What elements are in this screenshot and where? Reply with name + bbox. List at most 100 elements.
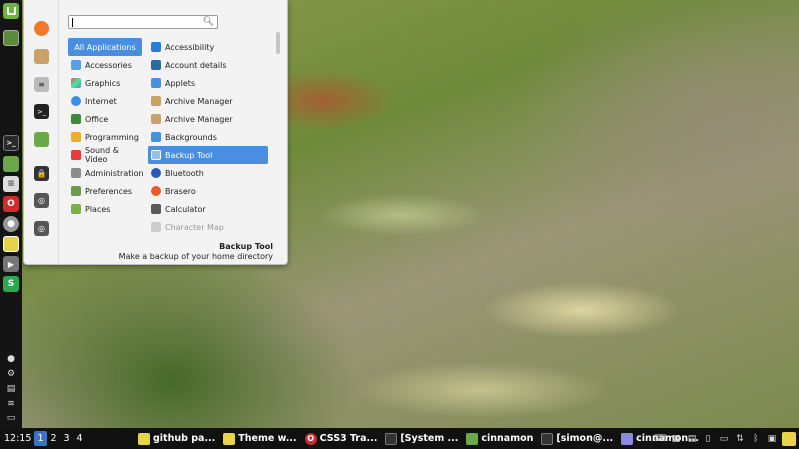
app-brasero[interactable]: Brasero — [148, 182, 268, 200]
app-calculator[interactable]: Calculator — [148, 200, 268, 218]
app-label: Accessibility — [165, 42, 215, 52]
terminal-icon[interactable]: >_ — [34, 104, 49, 119]
files-icon[interactable] — [3, 156, 19, 172]
terminal-icon — [541, 432, 554, 445]
package-icon[interactable] — [34, 49, 49, 64]
category-graphics[interactable]: Graphics — [68, 74, 142, 92]
archive-icon — [151, 114, 161, 124]
app-label: Archive Manager — [165, 114, 233, 124]
text-cursor — [72, 18, 73, 27]
selected-app-description: Make a backup of your home directory — [118, 252, 273, 261]
app-label: Brasero — [165, 186, 196, 196]
app-archive-manager[interactable]: Archive Manager — [148, 110, 268, 128]
calendar-icon[interactable]: ▦ — [668, 434, 684, 444]
system-tray: ⌨ ▦ ▤ ▯ ▭ ⇅ ᛒ ▣ — [652, 428, 799, 449]
skype-icon[interactable]: S — [3, 276, 19, 292]
clipboard-icon[interactable]: ▤ — [684, 434, 700, 444]
category-all-applications[interactable]: All Applications — [68, 38, 142, 56]
battery-icon[interactable]: ▯ — [700, 434, 716, 444]
terminal-icon — [385, 432, 398, 445]
terminal-icon[interactable]: >_ — [3, 135, 19, 151]
task-label: CSS3 Tra... — [319, 433, 378, 444]
settings-icon[interactable]: ≡ — [3, 176, 19, 192]
task-label: cinnamon — [481, 433, 534, 444]
search-input[interactable]: 🔍︎ — [68, 15, 218, 29]
scrollbar-thumb[interactable] — [276, 32, 280, 54]
workspace-3[interactable]: 3 — [60, 431, 73, 446]
wifi-icon[interactable]: ≋ — [5, 398, 17, 410]
app-label: Character Map — [165, 222, 224, 232]
folder-icon[interactable] — [34, 132, 49, 147]
gear-icon[interactable]: ⚙ — [5, 368, 17, 380]
app-backup-tool[interactable]: Backup Tool — [148, 146, 268, 164]
keyboard-icon[interactable]: ⌨ — [652, 434, 668, 444]
category-label: Programming — [85, 132, 139, 142]
accessories-icon — [71, 60, 81, 70]
app-applets[interactable]: Applets — [148, 74, 268, 92]
sound-video-icon — [71, 150, 81, 160]
task-css3[interactable]: O CSS3 Tra... — [304, 432, 378, 445]
app-account-details[interactable]: Account details — [148, 56, 268, 74]
search-icon: 🔍︎ — [202, 17, 214, 27]
note-icon[interactable] — [782, 431, 796, 446]
category-programming[interactable]: Programming — [68, 128, 142, 146]
monitor-icon[interactable]: ▭ — [716, 434, 732, 444]
task-cinnamon-folder[interactable]: cinnamon — [466, 432, 534, 445]
task-label: Theme w... — [238, 433, 297, 444]
workspace-4[interactable]: 4 — [73, 431, 86, 446]
workspace-1[interactable]: 1 — [34, 431, 47, 446]
backgrounds-icon — [151, 132, 161, 142]
task-github[interactable]: github pa... — [138, 432, 215, 445]
app-accessibility[interactable]: Accessibility — [148, 38, 268, 56]
category-office[interactable]: Office — [68, 110, 142, 128]
power-icon[interactable]: ◎ — [34, 221, 49, 236]
bluetooth-icon[interactable]: ᛒ — [748, 434, 764, 444]
workspace-switcher: 1 2 3 4 — [34, 431, 86, 446]
toggle-settings-icon[interactable]: ≡ — [34, 77, 49, 92]
pidgin-icon[interactable]: ● — [3, 216, 19, 232]
note-icon[interactable] — [3, 236, 19, 252]
app-backgrounds[interactable]: Backgrounds — [148, 128, 268, 146]
folder-icon — [466, 432, 479, 445]
network-icon[interactable]: ⇅ — [732, 434, 748, 444]
app-label: Backup Tool — [165, 150, 213, 160]
category-preferences[interactable]: Preferences — [68, 182, 142, 200]
app-character-map[interactable]: Character Map — [148, 218, 268, 236]
desktop-icon[interactable] — [3, 30, 19, 46]
application-list: Accessibility Account details Applets Ar… — [148, 38, 268, 236]
category-label: Administration — [85, 168, 144, 178]
task-terminal-simon[interactable]: [simon@... — [541, 432, 613, 445]
display-icon[interactable]: ▭ — [5, 412, 17, 424]
app-archive-manager[interactable]: Archive Manager — [148, 92, 268, 110]
opera-icon[interactable]: O — [3, 196, 19, 212]
category-internet[interactable]: Internet — [68, 92, 142, 110]
user-icon[interactable]: ● — [5, 353, 17, 365]
category-accessories[interactable]: Accessories — [68, 56, 142, 74]
app-bluetooth[interactable]: Bluetooth — [148, 164, 268, 182]
firefox-icon[interactable] — [34, 21, 49, 36]
app-list-scrollbar[interactable] — [276, 28, 280, 228]
app-label: Backgrounds — [165, 132, 217, 142]
display-icon[interactable]: ▣ — [764, 434, 780, 444]
task-system[interactable]: [System ... — [385, 432, 459, 445]
app-label: Bluetooth — [165, 168, 204, 178]
places-icon — [71, 204, 81, 214]
workspace-2[interactable]: 2 — [47, 431, 60, 446]
play-icon[interactable]: ▶ — [3, 256, 19, 272]
clipboard-icon[interactable]: ▤ — [5, 383, 17, 395]
category-label: Internet — [85, 96, 117, 106]
app-label: Applets — [165, 78, 196, 88]
clock[interactable]: 12:15 — [4, 433, 32, 444]
internet-icon — [71, 96, 81, 106]
task-theme[interactable]: Theme w... — [223, 432, 297, 445]
application-menu: ≡ >_ 🔒 ◎ ◎ 🔍︎ All Applications Accessori… — [23, 0, 288, 265]
task-label: [System ... — [400, 433, 459, 444]
category-sound-video[interactable]: Sound & Video — [68, 146, 142, 164]
category-administration[interactable]: Administration — [68, 164, 144, 182]
logout-icon[interactable]: ◎ — [34, 193, 49, 208]
category-places[interactable]: Places — [68, 200, 142, 218]
lock-icon[interactable]: 🔒 — [34, 166, 49, 181]
mint-menu-icon[interactable] — [3, 3, 19, 19]
accessibility-icon — [151, 42, 161, 52]
app-label: Archive Manager — [165, 96, 233, 106]
